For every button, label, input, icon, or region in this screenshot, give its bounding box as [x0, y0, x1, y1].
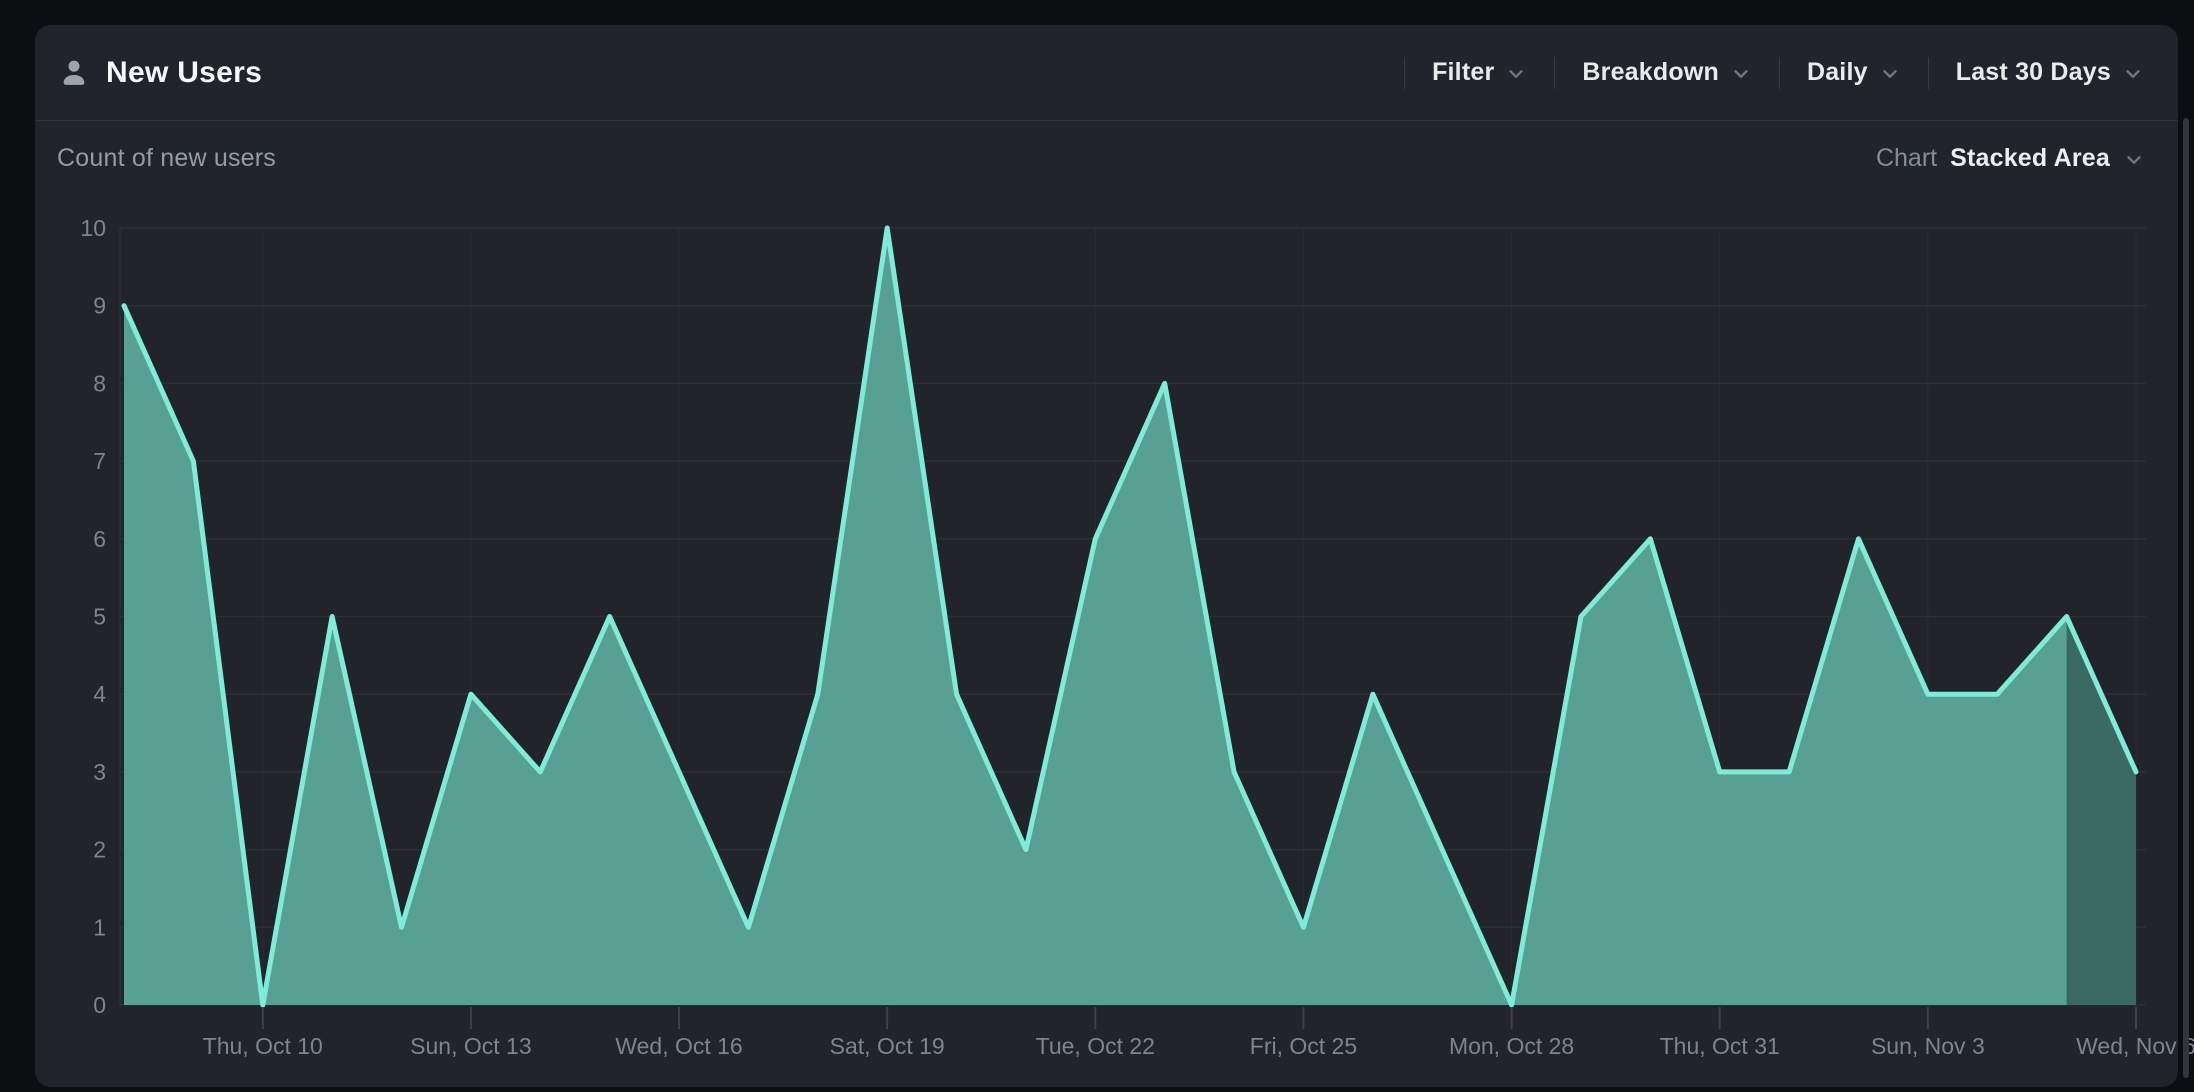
y-axis-label: 4 — [93, 681, 106, 707]
x-axis-label: Sun, Oct 13 — [410, 1033, 531, 1059]
x-axis-label: Thu, Oct 10 — [203, 1033, 323, 1059]
y-axis-label: 1 — [93, 914, 106, 940]
chart-plot-area[interactable] — [120, 228, 2146, 1005]
x-axis-label: Fri, Oct 25 — [1250, 1033, 1357, 1059]
y-axis-label: 6 — [93, 526, 106, 552]
y-axis-label: 10 — [80, 215, 106, 241]
x-axis-label: Sat, Oct 19 — [830, 1033, 945, 1059]
y-axis-label: 5 — [93, 604, 106, 630]
y-axis-label: 7 — [93, 448, 106, 474]
y-axis-label: 2 — [93, 837, 106, 863]
x-axis-label: Sun, Nov 3 — [1871, 1033, 1985, 1059]
scrollbar[interactable] — [2183, 118, 2189, 1078]
x-axis-label: Wed, Oct 16 — [615, 1033, 742, 1059]
x-axis-label: Tue, Oct 22 — [1036, 1033, 1155, 1059]
y-axis-label: 3 — [93, 759, 106, 785]
x-axis-label: Thu, Oct 31 — [1660, 1033, 1780, 1059]
x-axis-label: Wed, Nov 6 — [2076, 1033, 2194, 1059]
y-axis-label: 8 — [93, 370, 106, 396]
y-axis-label: 9 — [93, 293, 106, 319]
y-axis-label: 0 — [93, 992, 106, 1018]
stacked-area-chart[interactable]: Thu, Oct 10 Sun, Oct 13 Wed, Oct 16 Sat, Oc… — [0, 0, 2194, 1092]
x-axis-label: Mon, Oct 28 — [1449, 1033, 1574, 1059]
